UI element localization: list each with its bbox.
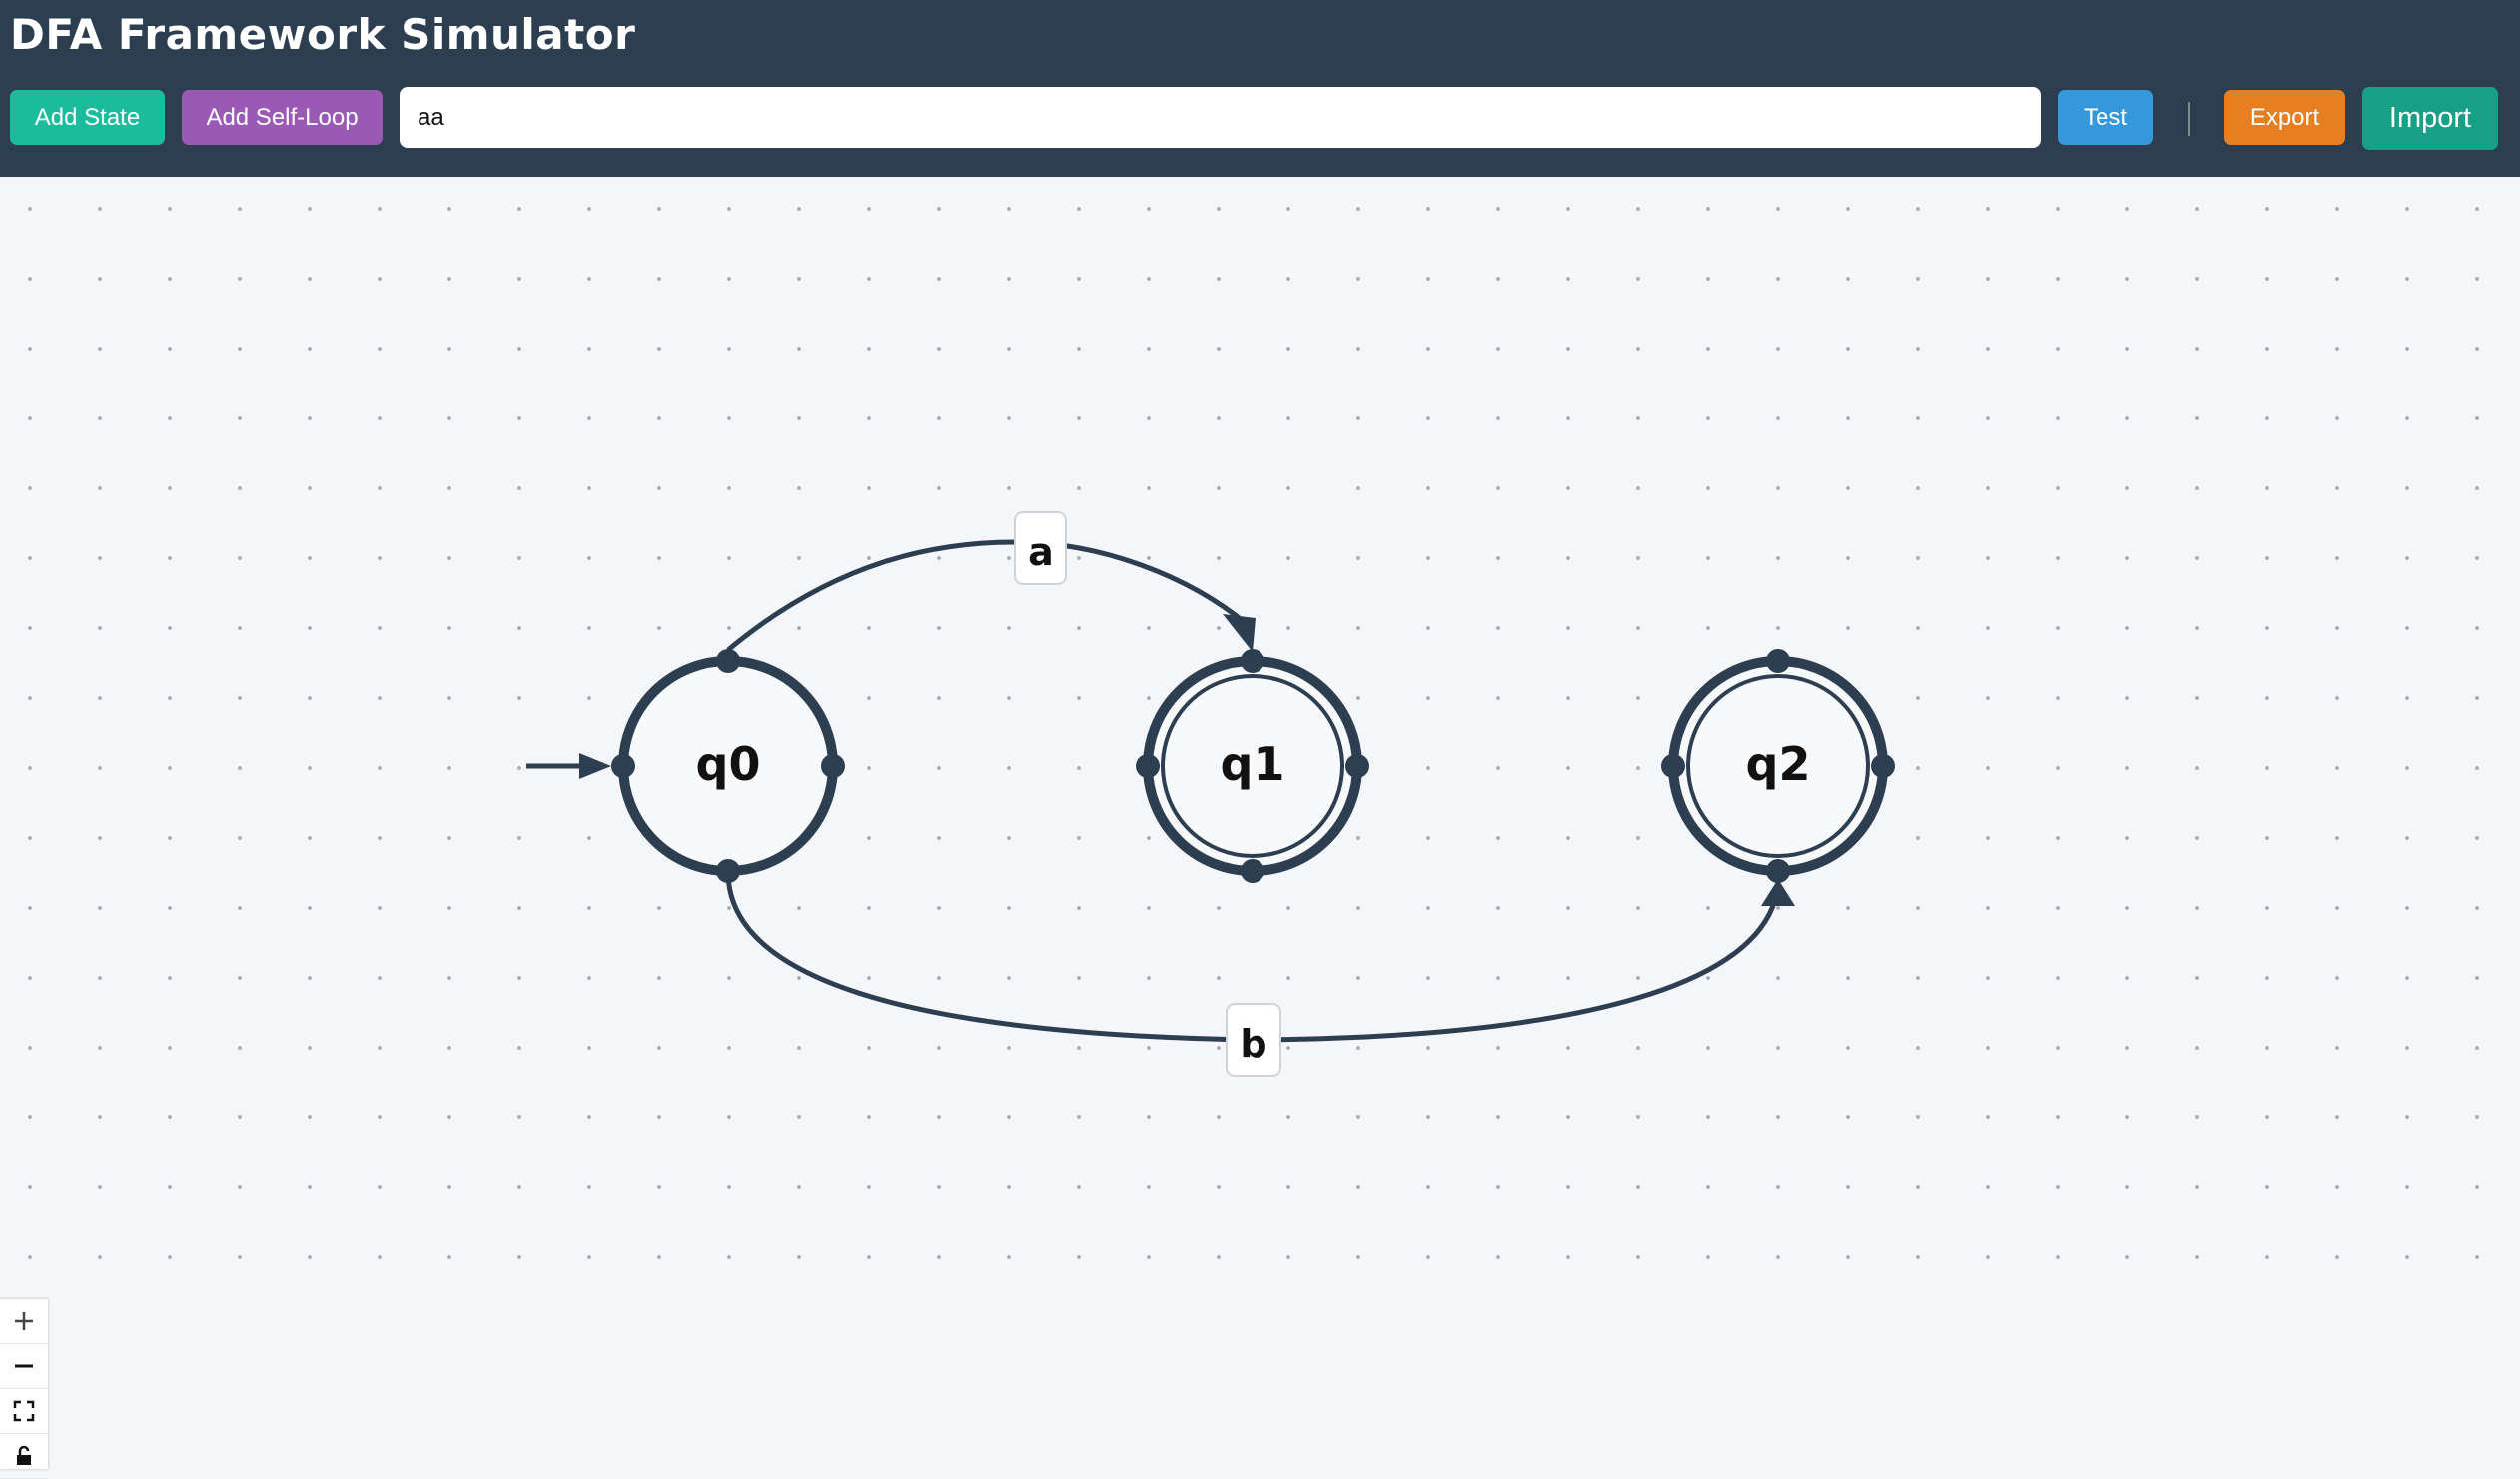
handle-bottom[interactable] — [1766, 859, 1790, 883]
handle-top[interactable] — [1766, 649, 1790, 673]
interactivity-button[interactable] — [0, 1434, 48, 1479]
handle-bottom[interactable] — [716, 859, 740, 883]
transition-symbol: a — [1028, 530, 1054, 574]
arrowhead-icon — [1223, 614, 1256, 652]
handle-bottom[interactable] — [1241, 859, 1264, 883]
lock-icon — [17, 1445, 31, 1465]
state-label: q0 — [696, 737, 761, 791]
test-string-input[interactable] — [400, 87, 2041, 148]
app-title: DFA Framework Simulator — [10, 10, 636, 59]
test-button[interactable]: Test — [2058, 90, 2153, 145]
state-q0[interactable]: q0 — [611, 649, 845, 883]
minus-icon — [15, 1364, 33, 1368]
handle-right[interactable] — [1871, 754, 1895, 778]
add-state-button[interactable]: Add State — [10, 90, 165, 145]
state-q2[interactable]: q2 — [1661, 649, 1895, 883]
state-label: q1 — [1221, 737, 1285, 791]
toolbar-divider — [2188, 102, 2190, 136]
zoom-out-button[interactable] — [0, 1344, 48, 1389]
state-q1[interactable]: q1 — [1136, 649, 1369, 883]
handle-right[interactable] — [1345, 754, 1369, 778]
add-self-loop-button[interactable]: Add Self-Loop — [182, 90, 383, 145]
handle-left[interactable] — [1661, 754, 1685, 778]
handle-right[interactable] — [821, 754, 845, 778]
handle-top[interactable] — [1241, 649, 1264, 673]
handle-left[interactable] — [1136, 754, 1160, 778]
dfa-graph: a b q0 q1 q2 — [526, 511, 1895, 1077]
arrowhead-icon — [1761, 879, 1795, 906]
import-button[interactable]: Import — [2362, 87, 2498, 150]
zoom-in-button[interactable] — [0, 1299, 48, 1344]
zoom-controls — [0, 1299, 48, 1479]
transition-symbol: b — [1240, 1022, 1266, 1066]
transition-q0-q1[interactable]: a — [726, 511, 1256, 652]
start-arrow — [526, 753, 611, 779]
handle-left[interactable] — [611, 754, 635, 778]
graph-canvas[interactable]: a b q0 q1 q2 — [0, 177, 2520, 1479]
app-header: DFA Framework Simulator Add State Add Se… — [0, 0, 2520, 177]
state-label: q2 — [1746, 737, 1811, 791]
export-button[interactable]: Export — [2224, 90, 2345, 145]
fit-view-icon — [13, 1400, 35, 1422]
transition-q0-q2[interactable]: b — [725, 871, 1795, 1077]
handle-top[interactable] — [716, 649, 740, 673]
plus-icon — [15, 1312, 33, 1330]
fit-view-button[interactable] — [0, 1389, 48, 1434]
